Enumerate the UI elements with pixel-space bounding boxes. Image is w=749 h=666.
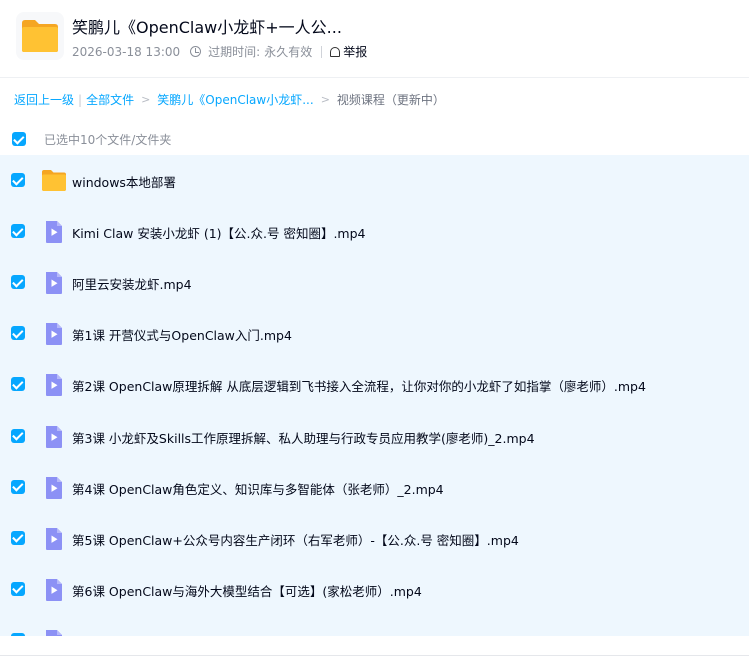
file-name[interactable]: 第2课 OpenClaw原理拆解 从底层逻辑到飞书接入全流程，让你对你的小龙虾了… [72, 376, 646, 395]
row-checkbox[interactable] [11, 275, 25, 290]
share-title: 笑鹏儿《OpenClaw小龙虾+一人公... [72, 18, 342, 37]
row-checkbox[interactable] [11, 326, 25, 341]
share-header: 笑鹏儿《OpenClaw小龙虾+一人公... 2026-03-18 13:00 … [0, 0, 749, 78]
video-file-icon [41, 424, 67, 450]
row-checkbox[interactable] [11, 224, 25, 239]
row-checkbox[interactable] [11, 377, 25, 392]
row-checkbox[interactable] [11, 530, 25, 545]
clock-icon [190, 46, 202, 57]
share-folder-icon [16, 12, 64, 60]
share-date: 2026-03-18 13:00 [72, 44, 181, 59]
video-file-icon [41, 321, 67, 347]
file-row[interactable]: 第6课 OpenClaw与海外大模型结合【可选】(家松老师）.mp4 [0, 564, 749, 615]
folder-icon [41, 168, 67, 194]
folder-row[interactable]: windows本地部署 [0, 155, 749, 206]
video-file-icon [41, 270, 67, 296]
share-meta: 2026-03-18 13:00 过期时间: 永久有效 举报 [72, 43, 367, 60]
expire-value: 永久有效 [264, 45, 313, 59]
breadcrumb-bar: | [78, 92, 83, 107]
file-row[interactable]: 第2课 OpenClaw原理拆解 从底层逻辑到飞书接入全流程，让你对你的小龙虾了… [0, 359, 749, 410]
breadcrumb-all-files[interactable]: 全部文件 [86, 91, 134, 108]
report-label: 举报 [343, 45, 368, 59]
meta-divider [321, 45, 323, 58]
selection-count-label: 已选中10个文件/文件夹 [44, 133, 172, 147]
file-name[interactable]: windows本地部署 [72, 172, 176, 191]
file-name[interactable]: Kimi Claw 安装小龙虾 (1)【公.众.号 密知圈】.mp4 [72, 223, 366, 242]
file-row[interactable]: 第4课 OpenClaw角色定义、知识库与多智能体（张老师）_2.mp4 [0, 462, 749, 513]
row-checkbox[interactable] [11, 428, 25, 443]
file-row[interactable]: 第5课 OpenClaw+公众号内容生产闭环（右军老师）-【公.众.号 密知圈】… [0, 513, 749, 564]
breadcrumb: 返回上一级 | 全部文件 > 笑鹏儿《OpenClaw小龙虾... > 视频课程… [14, 91, 445, 108]
file-row[interactable]: 阿里云安装龙虾.mp4 [0, 257, 749, 308]
file-name[interactable]: 第6课 OpenClaw与海外大模型结合【可选】(家松老师）.mp4 [72, 581, 422, 600]
footer-divider [0, 655, 749, 656]
video-file-icon [41, 219, 67, 245]
video-file-icon [41, 372, 67, 398]
row-checkbox[interactable] [11, 581, 25, 596]
report-button[interactable]: 举报 [330, 43, 367, 60]
breadcrumb-arrow-icon: > [320, 93, 330, 106]
row-checkbox[interactable] [11, 632, 25, 636]
alarm-icon [330, 46, 341, 57]
breadcrumb-arrow-icon: > [141, 93, 151, 106]
expire-label: 过期时间: [208, 45, 261, 59]
file-row[interactable]: 第1课 开营仪式与OpenClaw入门.mp4 [0, 308, 749, 359]
breadcrumb-parent[interactable]: 笑鹏儿《OpenClaw小龙虾... [157, 91, 313, 108]
file-row[interactable]: Kimi Claw 安装小龙虾 (1)【公.众.号 密知圈】.mp4 [0, 206, 749, 257]
video-file-icon [41, 628, 67, 636]
select-all-bar: 已选中10个文件/文件夹 [0, 126, 749, 154]
file-row[interactable]: 第3课 小龙虾及Skills工作原理拆解、私人助理与行政专员应用教学(廖老师)_… [0, 411, 749, 462]
select-all-checkbox[interactable] [12, 132, 26, 146]
video-file-icon [41, 475, 67, 501]
file-name[interactable]: 第5课 OpenClaw+公众号内容生产闭环（右军老师）-【公.众.号 密知圈】… [72, 530, 519, 549]
file-name[interactable]: 第4课 OpenClaw角色定义、知识库与多智能体（张老师）_2.mp4 [72, 479, 444, 498]
row-checkbox[interactable] [11, 479, 25, 494]
file-row[interactable]: 腾讯云安装龙虾.mp4 [0, 615, 749, 636]
file-list: windows本地部署 Kimi Claw 安装小龙虾 (1)【公.众.号 密知圈… [0, 155, 749, 636]
file-name[interactable]: 第3课 小龙虾及Skills工作原理拆解、私人助理与行政专员应用教学(廖老师)_… [72, 428, 535, 447]
file-name[interactable]: 腾讯云安装龙虾.mp4 [72, 632, 192, 636]
breadcrumb-current: 视频课程（更新中） [336, 93, 445, 107]
file-name[interactable]: 阿里云安装龙虾.mp4 [72, 274, 192, 293]
video-file-icon [41, 526, 67, 552]
breadcrumb-back[interactable]: 返回上一级 [14, 91, 74, 108]
row-checkbox[interactable] [11, 173, 25, 187]
video-file-icon [41, 577, 67, 603]
file-name[interactable]: 第1课 开营仪式与OpenClaw入门.mp4 [72, 325, 292, 344]
